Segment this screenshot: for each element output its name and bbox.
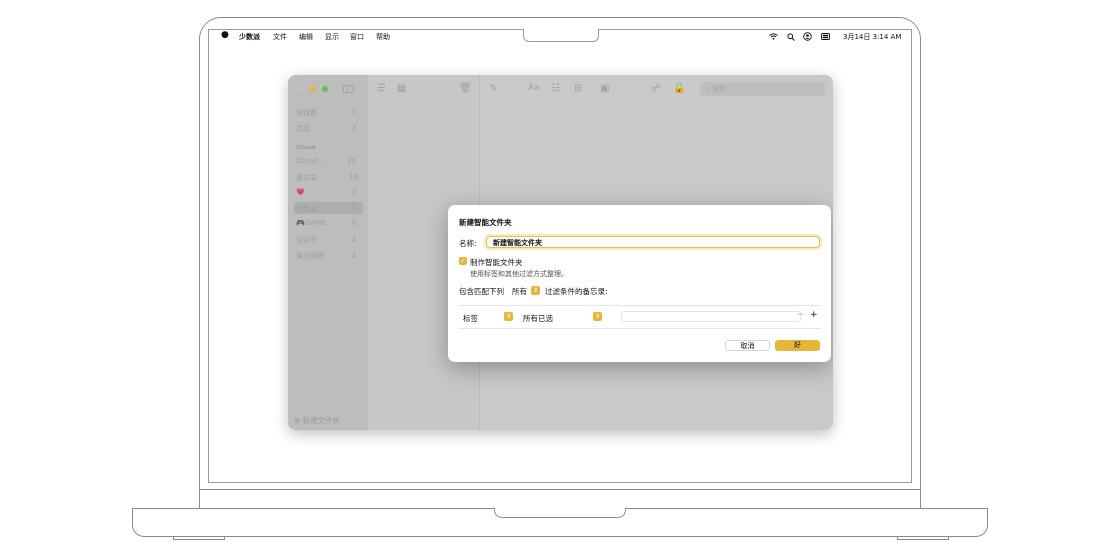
- smart-folder-checkbox-label: 制作智能文件夹: [470, 258, 523, 267]
- menu-app-name[interactable]: 少数派: [239, 32, 260, 42]
- dialog-title: 新建智能文件夹: [459, 218, 512, 227]
- sidebar-count: 0: [352, 219, 357, 227]
- notes-window: 快速备... 1 共享 3 iCloud iCloud ... 20 备忘录 1…: [288, 75, 833, 430]
- screen: ● 少数派 文件 编辑 显示 窗口 帮助 3月14日 3:14 AM 快速备..…: [208, 29, 912, 483]
- plus-circle-icon: ⊕: [294, 416, 301, 425]
- list-view-icon[interactable]: ☰: [377, 83, 386, 94]
- sidebar-item-game[interactable]: 🎮GAME: [296, 219, 325, 227]
- sidebar-count: 2: [352, 251, 357, 259]
- sidebar-item-shared[interactable]: 共享: [296, 124, 310, 134]
- menubar-datetime[interactable]: 3月14日 3:14 AM: [843, 32, 901, 42]
- sidebar-count: 0: [352, 204, 357, 212]
- name-label: 名称:: [459, 239, 477, 248]
- sidebar-count: 16: [349, 173, 358, 181]
- cancel-button[interactable]: 取消: [725, 340, 770, 351]
- rule-value-value[interactable]: 所有已选: [523, 313, 553, 324]
- sidebar-section-header: iCloud: [296, 145, 316, 151]
- checklist-icon[interactable]: ☷: [551, 83, 560, 94]
- sidebar-count: 3: [352, 124, 357, 132]
- table-icon[interactable]: ⊞: [574, 83, 582, 94]
- sidebar-count: 2: [352, 235, 357, 243]
- menu-window[interactable]: 窗口: [350, 32, 364, 42]
- sidebar-item-icloud-all[interactable]: iCloud ...: [296, 157, 327, 165]
- maximize-window-button[interactable]: [322, 86, 328, 92]
- match-suffix-label: 过滤条件的备忘录:: [545, 287, 608, 296]
- lock-icon[interactable]: 🔒: [673, 83, 685, 94]
- sidebar-item-recently-deleted[interactable]: 最近删除: [296, 251, 324, 261]
- laptop-thumb-notch: [494, 508, 626, 518]
- sidebar-item-heart[interactable]: 💗: [296, 188, 305, 196]
- new-smart-folder-dialog: 新建智能文件夹 名称: 新建智能文件夹 ✓ 制作智能文件夹 使用标签和其他过滤方…: [448, 205, 831, 362]
- new-folder-label: 新建文件夹: [302, 416, 341, 425]
- rule-value-popup-button[interactable]: ⇕: [593, 312, 602, 321]
- match-prefix-label: 包含匹配下列: [459, 287, 504, 296]
- media-icon[interactable]: ▣: [600, 83, 609, 94]
- search-input[interactable]: ⌕ 搜索: [700, 82, 825, 96]
- sidebar-count: 1: [352, 108, 357, 116]
- filter-rule-row: 标签 ⇕ 所有已选 ⇕ − +: [458, 305, 821, 329]
- collaborate-icon[interactable]: ☍: [651, 83, 661, 94]
- ok-button[interactable]: 好: [775, 340, 820, 351]
- minimize-window-button[interactable]: [310, 86, 316, 92]
- smart-folder-checkbox[interactable]: ✓: [459, 257, 467, 265]
- smart-folder-description: 使用标签和其他过滤方式整理。: [470, 270, 568, 278]
- search-placeholder: 搜索: [712, 85, 727, 93]
- control-center-icon[interactable]: [821, 33, 830, 40]
- laptop-foot-left: [173, 536, 225, 540]
- spotlight-search-icon[interactable]: [787, 33, 795, 41]
- rule-field-popup-button[interactable]: ⇕: [504, 312, 513, 321]
- rule-text-field[interactable]: [621, 311, 801, 322]
- laptop-foot-right: [897, 536, 949, 540]
- desktop: 快速备... 1 共享 3 iCloud iCloud ... 20 备忘录 1…: [209, 43, 911, 482]
- format-text-icon[interactable]: Aa: [528, 83, 540, 93]
- menu-edit[interactable]: 编辑: [299, 32, 313, 42]
- sidebar-item-official-account[interactable]: 公众号...: [296, 235, 324, 245]
- match-option-popup-button[interactable]: ⇕: [531, 286, 540, 295]
- remove-rule-button[interactable]: −: [797, 310, 805, 320]
- camera-notch: [523, 29, 599, 42]
- close-window-button[interactable]: [298, 86, 304, 92]
- notes-toolbar: ☰ ▦ 🗑 ✎ Aa ☷ ⊞ ▣ ☍ 🔒 ⌕ 搜索: [368, 75, 833, 104]
- wifi-icon[interactable]: [769, 33, 778, 40]
- laptop-chin: [199, 489, 921, 509]
- gallery-view-icon[interactable]: ▦: [397, 83, 406, 94]
- add-rule-button[interactable]: +: [810, 310, 818, 320]
- new-folder-button[interactable]: ⊕ 新建文件夹: [294, 415, 340, 426]
- rule-field-value[interactable]: 标签: [463, 313, 478, 324]
- sidebar-item-notes[interactable]: 备忘录: [296, 173, 317, 183]
- match-option-value[interactable]: 所有: [512, 286, 527, 297]
- sidebar-count: 2: [352, 188, 357, 196]
- sidebar-toggle-icon[interactable]: [343, 85, 354, 93]
- compose-icon[interactable]: ✎: [489, 83, 497, 94]
- folder-name-input[interactable]: 新建智能文件夹: [486, 236, 820, 248]
- menu-view[interactable]: 显示: [325, 32, 339, 42]
- apple-icon[interactable]: ●: [221, 30, 229, 40]
- menu-file[interactable]: 文件: [273, 32, 287, 42]
- folder-sidebar: 快速备... 1 共享 3 iCloud iCloud ... 20 备忘录 1…: [288, 75, 369, 430]
- sidebar-item-sspai[interactable]: 少数派: [296, 204, 317, 214]
- trash-icon[interactable]: 🗑: [459, 83, 472, 94]
- user-account-icon[interactable]: [803, 32, 812, 41]
- menu-help[interactable]: 帮助: [376, 32, 390, 42]
- search-icon: ⌕: [706, 85, 710, 93]
- sidebar-item-quick-notes[interactable]: 快速备...: [296, 108, 324, 118]
- sidebar-count: 20: [347, 157, 356, 165]
